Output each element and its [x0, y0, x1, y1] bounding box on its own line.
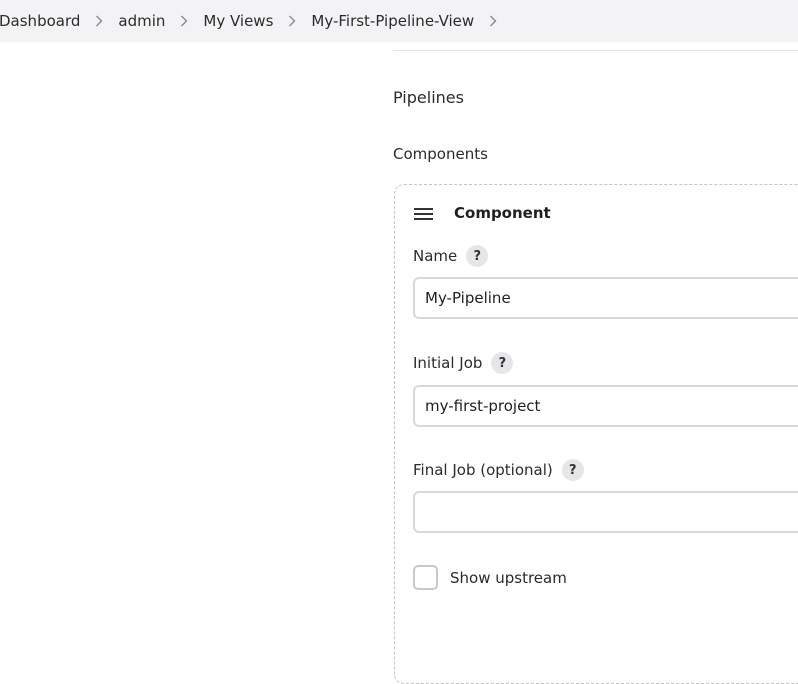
help-icon[interactable]: ? — [466, 245, 489, 267]
help-icon[interactable]: ? — [561, 459, 584, 481]
show-upstream-label[interactable]: Show upstream — [450, 569, 567, 587]
final-job-input[interactable] — [413, 491, 798, 533]
chevron-right-icon[interactable] — [92, 14, 106, 28]
chevron-right-icon[interactable] — [285, 14, 299, 28]
name-input[interactable] — [413, 277, 798, 319]
breadcrumb-admin[interactable]: admin — [118, 12, 165, 30]
component-title: Component — [454, 204, 551, 222]
show-upstream-row: Show upstream — [413, 565, 567, 590]
component-header: Component — [414, 204, 551, 222]
chevron-right-icon[interactable] — [177, 14, 191, 28]
initial-job-label-row: Initial Job ? — [413, 352, 514, 374]
final-job-label: Final Job (optional) — [413, 461, 553, 479]
breadcrumb-my-views[interactable]: My Views — [203, 12, 273, 30]
breadcrumb: Dashboard admin My Views My-First-Pipeli… — [0, 0, 798, 42]
drag-handle-icon[interactable] — [414, 206, 433, 220]
help-icon[interactable]: ? — [491, 352, 514, 374]
chevron-right-icon[interactable] — [486, 14, 500, 28]
components-label: Components — [393, 145, 488, 163]
name-label-row: Name ? — [413, 245, 489, 267]
breadcrumb-dashboard[interactable]: Dashboard — [0, 12, 80, 30]
initial-job-input[interactable] — [413, 385, 798, 427]
show-upstream-checkbox[interactable] — [413, 565, 438, 590]
final-job-label-row: Final Job (optional) ? — [413, 459, 584, 481]
section-divider — [393, 50, 798, 51]
name-label: Name — [413, 247, 458, 265]
section-title: Pipelines — [393, 88, 464, 107]
breadcrumb-view[interactable]: My-First-Pipeline-View — [311, 12, 474, 30]
initial-job-label: Initial Job — [413, 354, 483, 372]
